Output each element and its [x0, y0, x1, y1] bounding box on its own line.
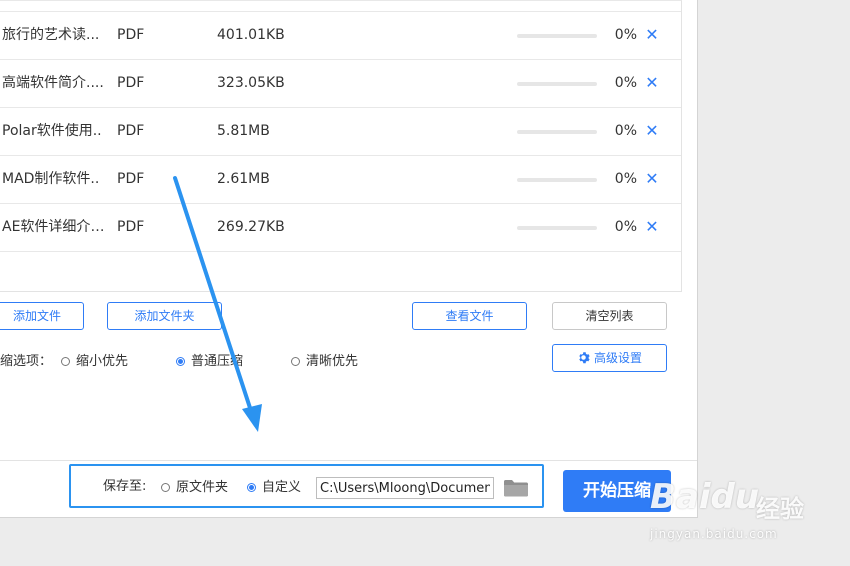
file-type: PDF	[117, 219, 145, 235]
folder-icon[interactable]	[503, 478, 529, 498]
close-icon[interactable]: ✕	[644, 59, 660, 107]
table-row: MAD制作软件.. PDF 2.61MB 0% ✕	[0, 155, 681, 204]
close-icon[interactable]: ✕	[644, 155, 660, 203]
progress-percent: 0%	[614, 75, 637, 91]
radio-label: 清晰优先	[306, 354, 359, 369]
clear-list-button[interactable]: 清空列表	[552, 302, 667, 330]
save-location-box: 保存至: 原文件夹 自定义	[69, 464, 544, 508]
radio-circle	[291, 357, 300, 366]
file-name: 高端软件简介....	[2, 75, 104, 91]
file-size: 401.01KB	[217, 27, 285, 43]
scrollbar-track[interactable]	[682, 0, 697, 290]
radio-normal-compress[interactable]: 普通压缩	[176, 353, 243, 371]
file-type: PDF	[117, 123, 145, 139]
file-size: 323.05KB	[217, 75, 285, 91]
radio-label: 自定义	[262, 480, 302, 495]
progress-bar	[517, 226, 597, 230]
background-right	[698, 0, 850, 566]
file-type: PDF	[117, 171, 145, 187]
close-icon[interactable]: ✕	[644, 107, 660, 155]
file-name: AE软件详细介....	[2, 219, 106, 235]
file-type: PDF	[117, 75, 145, 91]
radio-circle-selected	[176, 357, 185, 366]
radio-label: 原文件夹	[176, 480, 229, 495]
progress-bar	[517, 130, 597, 134]
radio-custom-folder[interactable]: 自定义	[247, 479, 301, 497]
radio-clarity-priority[interactable]: 清晰优先	[291, 353, 358, 371]
add-folder-button[interactable]: 添加文件夹	[107, 302, 222, 330]
file-list: 旅行的艺术读... PDF 401.01KB 0% ✕ 高端软件简介.... PDF 323.…	[0, 0, 682, 292]
progress-percent: 0%	[614, 171, 637, 187]
table-row: 高端软件简介.... PDF 323.05KB 0% ✕	[0, 59, 681, 108]
close-icon[interactable]: ✕	[644, 203, 660, 251]
footer-divider	[0, 460, 697, 461]
view-files-button[interactable]: 查看文件	[412, 302, 527, 330]
progress-percent: 0%	[614, 27, 637, 43]
radio-circle-selected	[247, 483, 256, 492]
radio-shrink-priority[interactable]: 缩小优先	[61, 353, 128, 371]
table-row: Polar软件使用.. PDF 5.81MB 0% ✕	[0, 107, 681, 156]
file-name: MAD制作软件..	[2, 171, 100, 187]
radio-label: 缩小优先	[76, 354, 129, 369]
table-row: AE软件详细介.... PDF 269.27KB 0% ✕	[0, 203, 681, 252]
advanced-settings-button[interactable]: 高级设置	[552, 344, 667, 372]
progress-percent: 0%	[614, 123, 637, 139]
progress-bar	[517, 82, 597, 86]
file-size: 5.81MB	[217, 123, 270, 139]
start-compress-button[interactable]: 开始压缩	[563, 470, 671, 512]
radio-circle	[161, 483, 170, 492]
progress-bar	[517, 178, 597, 182]
advanced-settings-label: 高级设置	[593, 351, 642, 365]
gear-icon	[579, 352, 590, 364]
progress-percent: 0%	[614, 219, 637, 235]
progress-bar	[517, 34, 597, 38]
file-type: PDF	[117, 27, 145, 43]
close-icon[interactable]: ✕	[644, 11, 660, 59]
add-file-button[interactable]: 添加文件	[0, 302, 84, 330]
save-path-input[interactable]	[316, 477, 494, 499]
file-name: Polar软件使用..	[2, 123, 102, 139]
file-size: 2.61MB	[217, 171, 270, 187]
compressor-window: 旅行的艺术读... PDF 401.01KB 0% ✕ 高端软件简介.... PDF 323.…	[0, 0, 698, 518]
radio-circle	[61, 357, 70, 366]
table-row	[0, 0, 681, 12]
file-size: 269.27KB	[217, 219, 285, 235]
save-to-label: 保存至:	[103, 479, 147, 494]
table-row: 旅行的艺术读... PDF 401.01KB 0% ✕	[0, 11, 681, 60]
radio-label: 普通压缩	[191, 354, 244, 369]
options-label: 缩选项：	[0, 354, 53, 369]
radio-original-folder[interactable]: 原文件夹	[161, 479, 228, 497]
file-name: 旅行的艺术读...	[2, 27, 100, 43]
